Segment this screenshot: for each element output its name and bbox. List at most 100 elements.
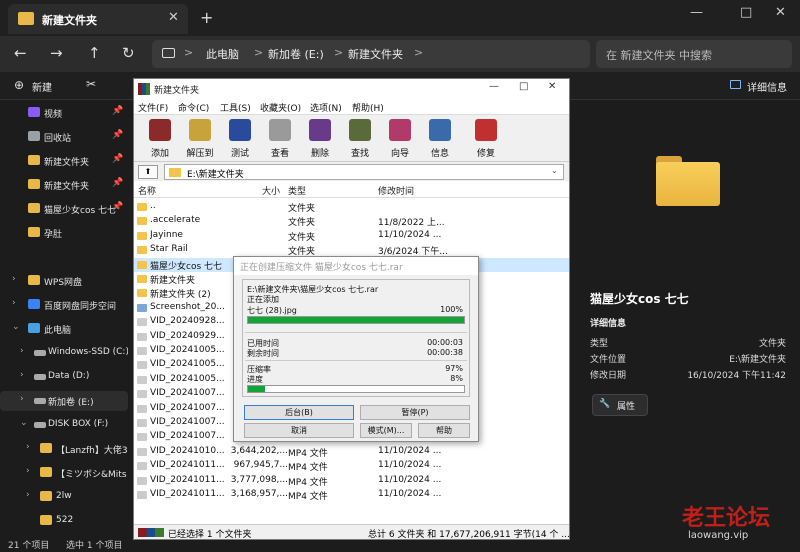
toolbar-view-button[interactable]: 查看 (260, 117, 300, 161)
sidebar-item-maowu-cos[interactable]: 猫屋少女cos 七七 📌 (0, 199, 128, 219)
file-row[interactable]: Jayinne 文件夹 11/10/2024 ... (134, 229, 569, 243)
winrar-title: 新建文件夹 (154, 86, 200, 96)
back-button[interactable]: ← (14, 44, 27, 62)
file-progress-fill (248, 317, 464, 323)
toolbar-wizard-button[interactable]: 向导 (380, 117, 420, 161)
toolbar-repair-button[interactable]: 修复 (466, 117, 506, 161)
details-button[interactable]: 详细信息 (747, 79, 787, 94)
up-button[interactable]: ↑ (88, 44, 101, 62)
tab-current-folder[interactable]: 新建文件夹 ✕ (8, 4, 188, 34)
close-window-button[interactable]: ✕ (775, 5, 786, 20)
drive-icon (34, 374, 46, 380)
menu-options[interactable]: 选项(N) (310, 101, 342, 114)
column-name[interactable]: 名称 (138, 184, 156, 197)
folder-icon (28, 155, 40, 165)
sidebar-item-label: 新建文件夹 (44, 182, 90, 192)
pause-button[interactable]: 暂停(P) (360, 405, 470, 420)
refresh-button[interactable]: ↻ (122, 44, 135, 62)
file-row[interactable]: VID_20241011... 3,168,957,... MP4 文件 11/10/… (134, 488, 569, 502)
breadcrumb-this-pc[interactable]: 此电脑 (206, 46, 239, 62)
menu-commands[interactable]: 命令(C) (178, 101, 209, 114)
sidebar-item-mitsuboshi[interactable]: › 【ミツボシ&Mits (0, 463, 128, 483)
cancel-button[interactable]: 取消 (244, 423, 354, 438)
toolbar-test-button[interactable]: 测试 (220, 117, 260, 161)
sidebar-item-new-folder[interactable]: 新建文件夹 📌 (0, 151, 128, 171)
file-type: 文件夹 (288, 232, 316, 243)
file-row[interactable]: VID_20241011... 3,777,098,... MP4 文件 11/10/… (134, 474, 569, 488)
chevron-right-icon[interactable]: › (20, 346, 24, 356)
toolbar-add-button[interactable]: 添加 (140, 117, 180, 161)
chevron-right-icon[interactable]: › (26, 490, 30, 500)
chevron-right-icon[interactable]: › (26, 442, 30, 452)
sidebar-item-drive-f[interactable]: ⌄ DISK BOX (F:) (0, 415, 128, 435)
compression-progress-dialog: 正在创建压缩文件 猫屋少女cos 七七.rar E:\新建文件夹\猫屋少女cos… (233, 256, 479, 442)
file-row[interactable]: VID_20241011... 967,945,7... MP4 文件 11/10/2… (134, 459, 569, 473)
sidebar-item-yundu[interactable]: 孕肚 (0, 223, 128, 243)
menu-tools[interactable]: 工具(S) (220, 101, 251, 114)
sidebar-item-drive-d[interactable]: › Data (D:) (0, 367, 128, 387)
column-modified[interactable]: 修改时间 (378, 184, 414, 197)
sidebar-item-lanzfh[interactable]: › 【Lanzfh】大佬3 (0, 439, 128, 459)
pin-icon: 📌 (112, 130, 124, 140)
mode-button[interactable]: 模式(M)... (360, 423, 412, 438)
winrar-maximize-button[interactable]: □ (519, 81, 528, 92)
menu-file[interactable]: 文件(F) (138, 101, 168, 114)
background-button[interactable]: 后台(B) (244, 405, 354, 420)
toolbar-delete-button[interactable]: 删除 (300, 117, 340, 161)
drive-icon (34, 422, 46, 428)
toolbar-find-button[interactable]: 查找 (340, 117, 380, 161)
help-button[interactable]: 帮助 (418, 423, 470, 438)
file-row[interactable]: .accelerate 文件夹 11/8/2022 上... (134, 214, 569, 228)
toolbar-info-button[interactable]: 信息 (420, 117, 460, 161)
sidebar-item-522[interactable]: 522 (0, 511, 128, 531)
sidebar-item-drive-e[interactable]: › 新加卷 (E:) (0, 391, 128, 411)
file-row[interactable]: .. 文件夹 (134, 200, 569, 214)
chevron-right-icon[interactable]: › (20, 394, 24, 404)
column-size[interactable]: 大小 (262, 184, 280, 197)
chevron-down-icon[interactable]: ⌄ (12, 322, 20, 332)
file-name: VID_20241011... (150, 474, 225, 485)
pin-icon: 📌 (112, 154, 124, 164)
winrar-close-button[interactable]: ✕ (548, 81, 556, 92)
sidebar-item-new-folder[interactable]: 新建文件夹 📌 (0, 175, 128, 195)
progress-value: 8% (450, 374, 463, 383)
column-type[interactable]: 类型 (288, 184, 306, 197)
winrar-minimize-button[interactable]: — (489, 81, 499, 92)
sidebar-item-wps-cloud[interactable]: › WPS网盘 (0, 271, 128, 291)
up-folder-button[interactable]: ⬆ (138, 165, 158, 179)
file-row[interactable]: VID_20241010... 3,644,202,... MP4 文件 11/10/… (134, 445, 569, 459)
chevron-right-icon[interactable]: › (20, 370, 24, 380)
file-name: 新建文件夹 (2) (150, 290, 211, 301)
file-name: VID_20241005... (150, 345, 225, 355)
sidebar-item-2lw[interactable]: › 2lw (0, 487, 128, 507)
minimize-button[interactable]: — (690, 5, 703, 20)
search-input[interactable]: 在 新建文件夹 中搜索 (596, 40, 792, 68)
toolbar-extract-button[interactable]: 解压到 (180, 117, 220, 161)
sidebar-item-baidu-sync[interactable]: › 百度网盘同步空间 (0, 295, 128, 315)
sidebar-item-label: 2lw (56, 491, 72, 501)
chevron-down-icon[interactable]: ⌄ (551, 166, 558, 175)
new-button[interactable]: 新建 (32, 79, 52, 94)
sidebar-item-this-pc[interactable]: ⌄ 此电脑 (0, 319, 128, 339)
tab-close-icon[interactable]: ✕ (168, 10, 179, 25)
chevron-right-icon[interactable]: › (12, 274, 16, 284)
menu-favorites[interactable]: 收藏夹(O) (260, 101, 301, 114)
sidebar-item-videos[interactable]: 视频 📌 (0, 103, 128, 123)
address-bar[interactable]: > 此电脑 > 新加卷 (E:) > 新建文件夹 > (152, 40, 590, 68)
chevron-down-icon[interactable]: ⌄ (20, 418, 28, 428)
forward-button[interactable]: → (50, 44, 63, 62)
menu-help[interactable]: 帮助(H) (352, 101, 384, 114)
breadcrumb-drive-e[interactable]: 新加卷 (E:) (268, 46, 324, 62)
cut-icon[interactable]: ✂ (86, 77, 96, 91)
chevron-right-icon[interactable]: › (12, 298, 16, 308)
path-dropdown[interactable]: E:\新建文件夹 ⌄ (164, 164, 564, 180)
breadcrumb-new-folder[interactable]: 新建文件夹 (348, 46, 403, 62)
sidebar-item-recycle-bin[interactable]: 回收站 📌 (0, 127, 128, 147)
file-icon (137, 217, 147, 226)
chevron-right-icon[interactable]: › (26, 466, 30, 476)
maximize-button[interactable]: □ (740, 5, 752, 20)
sidebar-item-drive-c[interactable]: › Windows-SSD (C:) (0, 343, 128, 363)
ratio-value: 97% (445, 364, 463, 373)
new-tab-button[interactable]: + (200, 8, 213, 27)
properties-button[interactable]: 🔧 属性 (592, 394, 648, 416)
